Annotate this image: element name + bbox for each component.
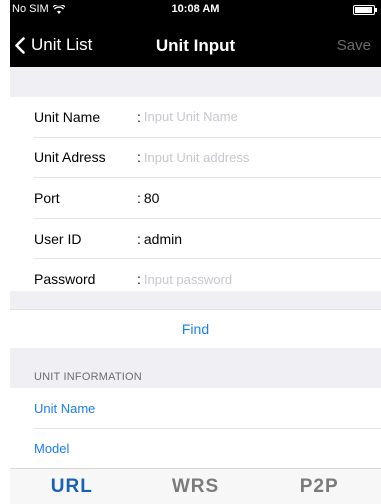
status-time: 10:08 AM	[171, 3, 220, 15]
info-item-model[interactable]: Model	[34, 429, 381, 468]
field-separator: :	[137, 189, 141, 206]
password-input[interactable]	[143, 271, 344, 287]
user-id-row: User ID :	[34, 219, 381, 260]
tab-wrs[interactable]: WRS	[134, 469, 258, 504]
field-separator: :	[137, 271, 141, 288]
port-input[interactable]	[143, 189, 344, 206]
navigation-bar: Unit List Unit Input Save	[10, 28, 381, 64]
phone-screen: No SIM 10:08 AM Unit List Unit Input Sav…	[10, 0, 381, 504]
password-label: Password	[34, 271, 96, 288]
unit-address-row: Unit Adress :	[34, 138, 381, 179]
port-label: Port	[34, 189, 60, 206]
battery-level	[355, 7, 373, 13]
tab-p2p[interactable]: P2P	[257, 469, 381, 504]
status-bar: No SIM 10:08 AM	[10, 0, 381, 20]
unit-address-label: Unit Adress	[34, 149, 106, 166]
unit-input-form: Unit Name : Unit Adress : Port : User ID…	[10, 97, 381, 299]
page-title: Unit Input	[155, 36, 236, 55]
unit-name-row: Unit Name :	[34, 97, 381, 138]
field-separator: :	[137, 149, 141, 166]
unit-name-label: Unit Name	[34, 108, 101, 125]
user-id-input[interactable]	[143, 230, 344, 247]
top-bar: No SIM 10:08 AM Unit List Unit Input Sav…	[10, 0, 381, 67]
section-header-label: UNIT INFORMATION	[34, 371, 142, 383]
user-id-label: User ID	[34, 230, 82, 247]
tab-bar: URL WRS P2P	[10, 468, 381, 504]
group-spacer	[10, 67, 381, 97]
unit-address-input[interactable]	[143, 149, 344, 165]
find-button[interactable]: Find	[10, 309, 381, 349]
save-button[interactable]: Save	[337, 37, 371, 54]
unit-name-input[interactable]	[143, 109, 344, 125]
unit-information-list: Unit Name Model	[10, 389, 381, 468]
unit-information-header: UNIT INFORMATION	[10, 348, 381, 388]
battery-icon	[353, 5, 377, 15]
group-spacer	[10, 291, 381, 309]
field-separator: :	[137, 108, 141, 125]
info-item-unit-name[interactable]: Unit Name	[34, 389, 381, 429]
port-row: Port :	[34, 178, 381, 219]
tab-url[interactable]: URL	[10, 469, 134, 504]
field-separator: :	[137, 230, 141, 247]
